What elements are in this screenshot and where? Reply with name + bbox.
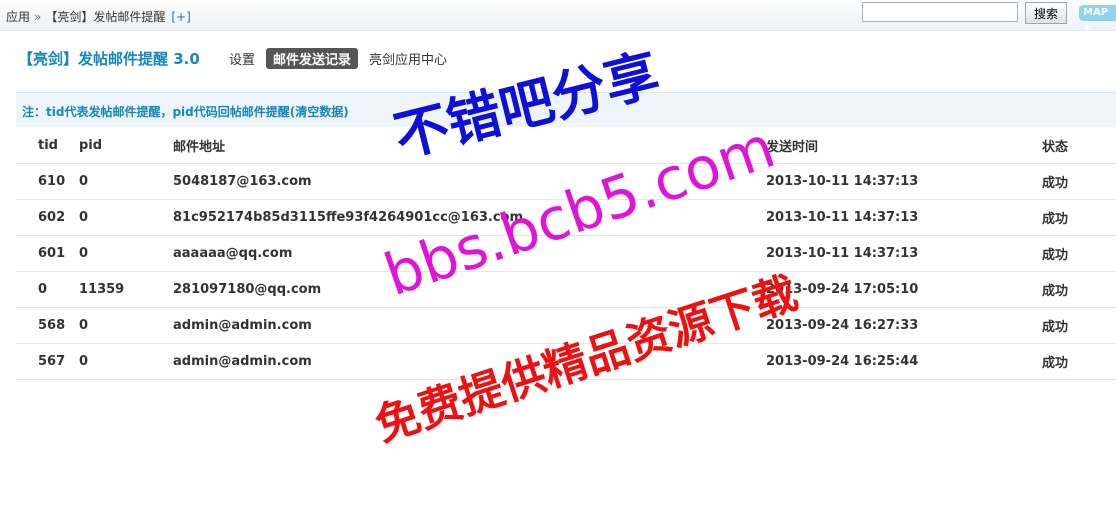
cell-email: 81c952174b85d3115ffe93f4264901cc@163.com — [173, 199, 766, 236]
note-text: 注：tid代表发帖邮件提醒，pid代码回帖邮件提醒(清空数据) — [22, 105, 349, 119]
cell-status: 成功 — [1042, 199, 1116, 236]
cell-tid: 601 — [16, 235, 79, 272]
cell-email: aaaaaa@qq.com — [173, 235, 766, 272]
search-button[interactable]: 搜索 — [1025, 2, 1067, 24]
cell-pid: 0 — [79, 307, 173, 344]
breadcrumb-app-link[interactable]: 应用 — [6, 10, 30, 24]
breadcrumb-separator: » — [34, 10, 42, 24]
breadcrumb-plugin-link[interactable]: 【亮剑】发帖邮件提醒 — [45, 10, 165, 24]
cell-status: 成功 — [1042, 271, 1116, 308]
cell-sent-time: 2013-09-24 17:05:10 — [766, 271, 1042, 308]
table-row: 0 11359 281097180@qq.com 2013-09-24 17:0… — [16, 271, 1116, 308]
tab-mail-log[interactable]: 邮件发送记录 — [266, 48, 359, 69]
column-header-email: 邮件地址 — [173, 128, 766, 164]
column-header-status: 状态 — [1042, 128, 1116, 164]
cell-status: 成功 — [1042, 343, 1116, 380]
table-row: 567 0 admin@admin.com 2013-09-24 16:25:4… — [16, 343, 1116, 380]
top-bar: 应用 » 【亮剑】发帖邮件提醒 [+] 搜索 MAP + — [0, 0, 1116, 34]
table-row: 601 0 aaaaaa@qq.com 2013-10-11 14:37:13 … — [16, 235, 1116, 272]
cell-status: 成功 — [1042, 307, 1116, 344]
cell-sent-time: 2013-10-11 14:37:13 — [766, 235, 1042, 272]
cell-tid: 610 — [16, 163, 79, 200]
search-input[interactable] — [862, 2, 1018, 22]
note-bar: 注：tid代表发帖邮件提醒，pid代码回帖邮件提醒(清空数据) — [16, 92, 1116, 127]
table-header-row: tid pid 邮件地址 发送时间 状态 — [16, 128, 1116, 164]
tab-settings[interactable]: 设置 — [222, 48, 262, 69]
cell-status: 成功 — [1042, 235, 1116, 272]
cell-tid: 0 — [16, 271, 79, 308]
cell-tid: 567 — [16, 343, 79, 380]
cell-email: 5048187@163.com — [173, 163, 766, 200]
page-title: 【亮剑】发帖邮件提醒 3.0 — [18, 50, 200, 68]
tab-bar: 设置 邮件发送记录 亮剑应用中心 — [222, 48, 458, 69]
cell-tid: 568 — [16, 307, 79, 344]
table-row: 568 0 admin@admin.com 2013-09-24 16:27:3… — [16, 307, 1116, 344]
plus-icon: + — [1083, 23, 1092, 34]
cell-sent-time: 2013-10-11 14:37:13 — [766, 199, 1042, 236]
cell-pid: 0 — [79, 163, 173, 200]
map-button[interactable]: MAP + — [1079, 5, 1116, 34]
cell-status: 成功 — [1042, 163, 1116, 200]
cell-sent-time: 2013-09-24 16:25:44 — [766, 343, 1042, 380]
column-header-tid: tid — [16, 128, 79, 164]
map-button-label: MAP — [1083, 7, 1109, 18]
cell-email: admin@admin.com — [173, 307, 766, 344]
mail-log-table: tid pid 邮件地址 发送时间 状态 610 0 5048187@163.c… — [16, 128, 1116, 380]
table-row: 602 0 81c952174b85d3115ffe93f4264901cc@1… — [16, 199, 1116, 236]
cell-tid: 602 — [16, 199, 79, 236]
cell-sent-time: 2013-09-24 16:27:33 — [766, 307, 1042, 344]
column-header-sent-time: 发送时间 — [766, 128, 1042, 164]
cell-pid: 0 — [79, 235, 173, 272]
column-header-pid: pid — [79, 128, 173, 164]
cell-email: 281097180@qq.com — [173, 271, 766, 308]
breadcrumb: 应用 » 【亮剑】发帖邮件提醒 [+] — [6, 8, 191, 25]
cell-pid: 0 — [79, 343, 173, 380]
cell-email: admin@admin.com — [173, 343, 766, 380]
add-shortcut-link[interactable]: [+] — [171, 10, 190, 24]
table-row: 610 0 5048187@163.com 2013-10-11 14:37:1… — [16, 163, 1116, 200]
tab-app-center[interactable]: 亮剑应用中心 — [362, 48, 454, 69]
cell-pid: 11359 — [79, 271, 173, 308]
cell-pid: 0 — [79, 199, 173, 236]
cell-sent-time: 2013-10-11 14:37:13 — [766, 163, 1042, 200]
